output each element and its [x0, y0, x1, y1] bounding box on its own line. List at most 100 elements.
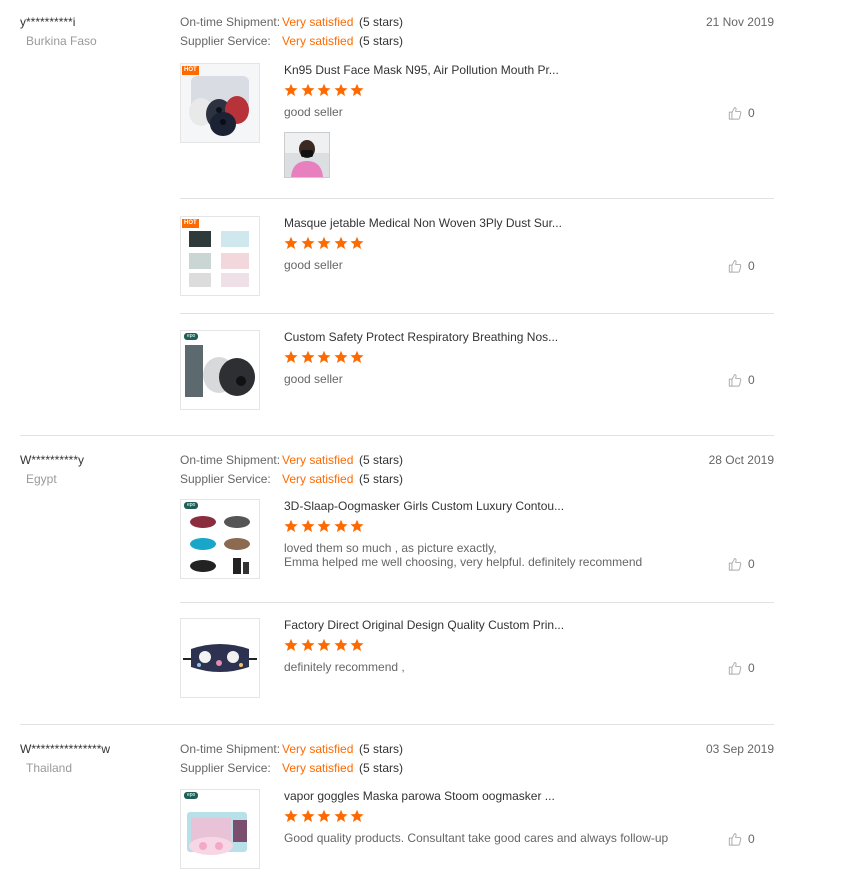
star-icon	[284, 519, 298, 532]
service-label: Supplier Service:	[180, 34, 271, 48]
service-rating: Supplier Service: Very satisfied (5 stars)	[180, 33, 403, 52]
product-title-link[interactable]: Masque jetable Medical Non Woven 3Ply Du…	[284, 216, 562, 230]
product-title-link[interactable]: Factory Direct Original Design Quality C…	[284, 618, 564, 632]
star-icon	[317, 350, 331, 363]
shipment-stars-text: (5 stars)	[359, 15, 404, 29]
steam-eye-mask-product-image[interactable]: epo	[180, 789, 260, 869]
shipment-value: Very satisfied	[282, 453, 354, 467]
buyer-country: Burkina Faso	[26, 34, 97, 48]
product-star-rating	[284, 519, 367, 533]
comment-line: Good quality products. Consultant take g…	[284, 831, 669, 845]
like-button[interactable]: 0	[728, 660, 755, 675]
shipment-value: Very satisfied	[282, 742, 354, 756]
product-star-rating	[284, 350, 367, 364]
service-label: Supplier Service:	[180, 472, 271, 486]
star-icon	[333, 236, 348, 249]
buyer-photo[interactable]	[284, 132, 330, 178]
review-date: 21 Nov 2019	[705, 15, 774, 29]
star-icon	[350, 236, 364, 249]
like-button[interactable]: 0	[728, 372, 755, 387]
like-count: 0	[748, 105, 755, 120]
shipment-stars-text: (5 stars)	[359, 742, 404, 756]
service-label: Supplier Service:	[180, 761, 271, 775]
product-review: HOT Masque jetable Medical Non Woven 3Pl…	[180, 216, 774, 298]
star-icon	[284, 809, 298, 822]
face-mask-product-image[interactable]: HOT	[180, 63, 260, 143]
sleep-mask-product-image[interactable]: epo	[180, 499, 260, 579]
star-icon	[317, 809, 331, 822]
service-stars-text: (5 stars)	[359, 761, 404, 775]
product-title-link[interactable]: Kn95 Dust Face Mask N95, Air Pollution M…	[284, 63, 559, 77]
brand-badge: epo	[184, 333, 199, 340]
product-divider	[180, 198, 774, 199]
thumbs-up-icon	[728, 373, 742, 387]
thumbs-up-icon	[728, 661, 742, 675]
star-icon	[350, 638, 364, 651]
star-icon	[300, 809, 315, 822]
star-icon	[350, 809, 364, 822]
service-value: Very satisfied	[282, 472, 354, 486]
star-icon	[284, 638, 298, 651]
star-icon	[300, 236, 315, 249]
respirator-mask-product-image[interactable]: epo	[180, 330, 260, 410]
star-icon	[317, 519, 331, 532]
brand-badge: epo	[184, 792, 199, 799]
product-star-rating	[284, 638, 367, 652]
like-count: 0	[748, 372, 755, 387]
star-icon	[300, 519, 315, 532]
star-icon	[300, 350, 315, 363]
buyer-country: Thailand	[26, 761, 73, 775]
product-divider	[180, 602, 774, 603]
product-divider	[180, 313, 774, 314]
review-divider	[20, 435, 774, 436]
star-icon	[333, 809, 348, 822]
thumbs-up-icon	[728, 832, 742, 846]
comment-line: loved them so much , as picture exactly,	[284, 541, 497, 555]
comment-line: Emma helped me well choosing, very helpf…	[284, 555, 643, 569]
shipment-stars-text: (5 stars)	[359, 453, 404, 467]
hot-badge: HOT	[182, 219, 199, 228]
like-button[interactable]: 0	[728, 831, 755, 846]
buyer-info: y**********i Burkina Faso	[20, 14, 97, 49]
like-button[interactable]: 0	[728, 105, 755, 120]
buyer-name: W***************w	[20, 742, 111, 756]
star-icon	[350, 519, 364, 532]
star-icon	[333, 519, 348, 532]
product-comment: definitely recommend ,	[284, 660, 405, 674]
supplier-ratings: On-time Shipment: Very satisfied (5 stars)…	[180, 452, 403, 490]
product-title-link[interactable]: 3D-Slaap-Oogmasker Girls Custom Luxury C…	[284, 499, 564, 513]
star-icon	[284, 236, 298, 249]
brand-badge: epo	[184, 502, 199, 509]
like-button[interactable]: 0	[728, 556, 755, 571]
service-stars-text: (5 stars)	[359, 472, 404, 486]
product-star-rating	[284, 236, 367, 250]
product-title-link[interactable]: Custom Safety Protect Respiratory Breath…	[284, 330, 558, 344]
thumbs-up-icon	[728, 259, 742, 273]
product-title-link[interactable]: vapor goggles Maska parowa Stoom oogmask…	[284, 789, 555, 803]
service-rating: Supplier Service: Very satisfied (5 stars)	[180, 471, 403, 490]
like-count: 0	[748, 258, 755, 273]
buyer-name: y**********i	[20, 15, 76, 29]
printed-eye-mask-product-image[interactable]	[180, 618, 260, 698]
service-rating: Supplier Service: Very satisfied (5 stars)	[180, 760, 403, 779]
star-icon	[300, 638, 315, 651]
review-divider	[20, 724, 774, 725]
product-star-rating	[284, 809, 367, 823]
star-icon	[333, 350, 348, 363]
shipment-rating: On-time Shipment: Very satisfied (5 stars)	[180, 452, 403, 471]
product-review: HOT Kn95 Dust Face Mask N95, Air Polluti…	[180, 63, 774, 185]
like-button[interactable]: 0	[728, 258, 755, 273]
shipment-label: On-time Shipment:	[180, 453, 281, 467]
product-comment: Good quality products. Consultant take g…	[284, 831, 668, 845]
comment-line: good seller	[284, 105, 343, 119]
star-icon	[284, 83, 298, 96]
buyer-name: W**********y	[20, 453, 85, 467]
product-review: Factory Direct Original Design Quality C…	[180, 618, 774, 700]
star-icon	[317, 236, 331, 249]
supplier-ratings: On-time Shipment: Very satisfied (5 stars)…	[180, 741, 403, 779]
service-value: Very satisfied	[282, 761, 354, 775]
buyer-info: W**********y Egypt	[20, 452, 84, 487]
disposable-mask-product-image[interactable]: HOT	[180, 216, 260, 296]
star-icon	[300, 83, 315, 96]
star-icon	[333, 638, 348, 651]
